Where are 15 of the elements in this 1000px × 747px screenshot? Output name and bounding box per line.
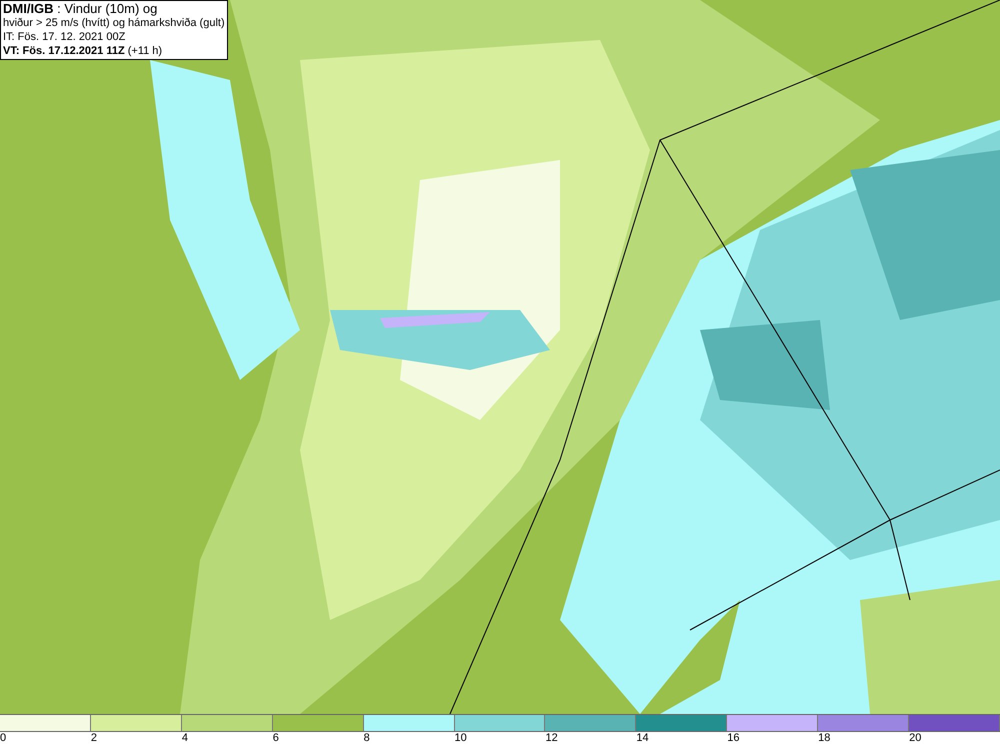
scale-label: 6 <box>272 732 279 745</box>
title-line: IT: Fös. 17. 12. 2021 00Z <box>3 30 126 44</box>
scale-label: 20 <box>909 732 922 745</box>
title-line: VT: Fös. 17.12.2021 11Z (+11 h) <box>3 44 164 58</box>
title-line: DMI/IGB : Vindur (10m) og <box>3 2 158 16</box>
scale-label: 4 <box>182 732 188 745</box>
scale-label: 2 <box>90 732 98 745</box>
scale-label: 18 <box>818 732 830 745</box>
scale-label: 8 <box>364 732 370 745</box>
scale-label: 0 <box>0 732 6 745</box>
scale-label: 14 <box>636 732 649 745</box>
scale-label: 12 <box>545 732 558 745</box>
title-line: hviður > 25 m/s (hvítt) og hámarkshviða (gult) <box>3 16 225 30</box>
scale-label: 10 <box>454 732 467 745</box>
scale-label: 16 <box>727 732 740 745</box>
